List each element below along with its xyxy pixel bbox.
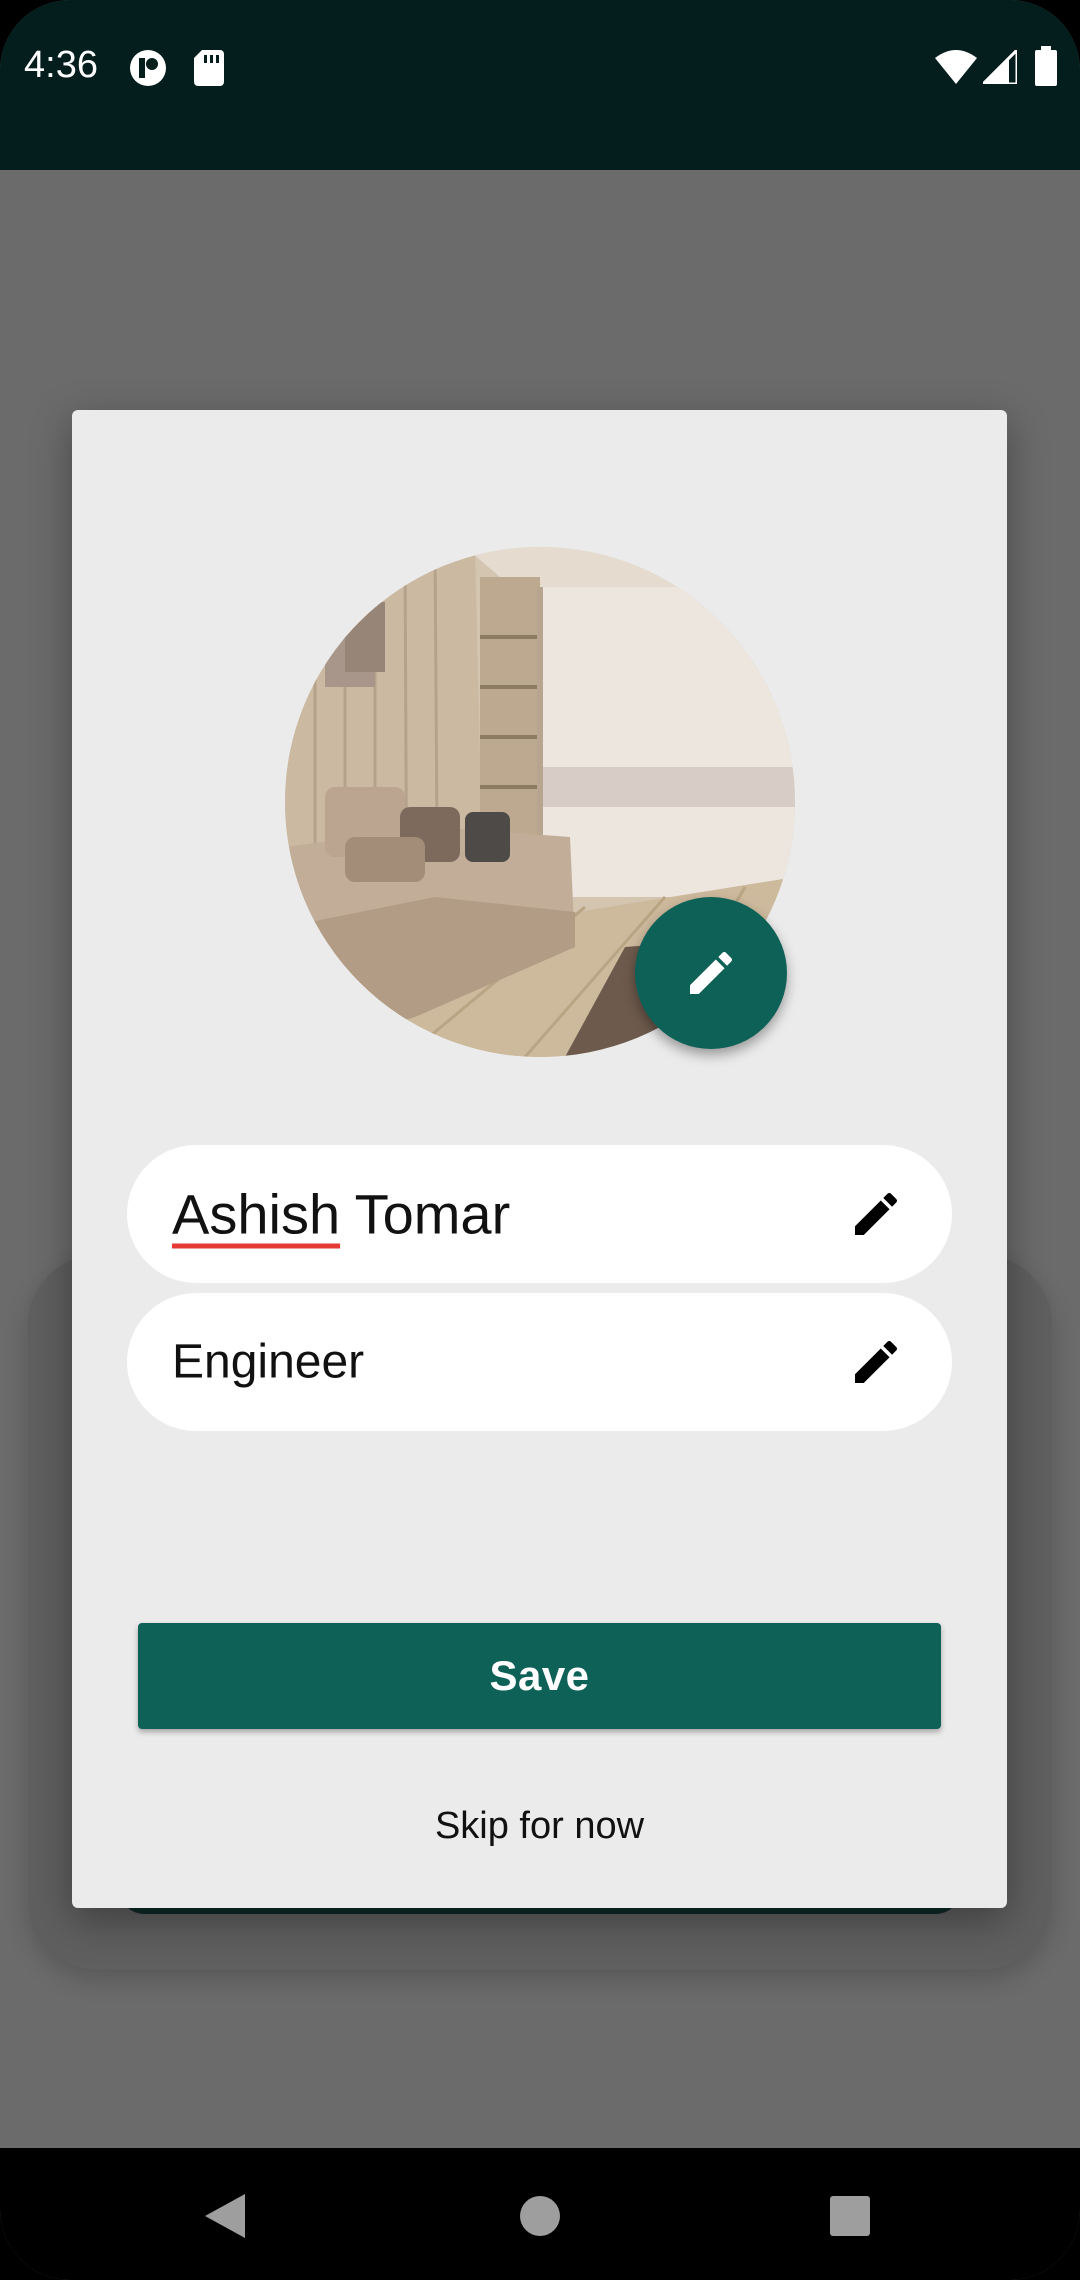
name-rest: Tomar [340, 1182, 511, 1246]
title-value: Engineer [172, 1335, 365, 1389]
name-field[interactable]: Ashish Tomar [127, 1145, 952, 1283]
name-value: Ashish Tomar [172, 1182, 510, 1247]
battery-icon [1035, 46, 1057, 86]
title-field[interactable]: Engineer [127, 1293, 952, 1431]
back-icon[interactable] [205, 2194, 245, 2238]
status-bar: 4:36 [0, 0, 1080, 170]
app-notification-icon [130, 50, 166, 86]
recents-icon[interactable] [828, 2194, 872, 2238]
sd-card-icon [194, 50, 224, 86]
pencil-icon[interactable] [848, 1186, 904, 1242]
pencil-icon[interactable] [848, 1334, 904, 1390]
skip-button[interactable]: Skip for now [72, 1805, 1007, 1848]
edit-avatar-button[interactable] [635, 897, 787, 1049]
navigation-bar [0, 2148, 1080, 2280]
status-time: 4:36 [24, 44, 98, 86]
signal-icon [983, 50, 1017, 84]
name-first: Ashish [172, 1182, 341, 1246]
avatar-container [285, 547, 795, 1057]
profile-dialog: Ashish Tomar Engineer Save Skip for now [72, 410, 1007, 1908]
phone-screen: 4:36 Ashish Tomar Engineer Save Skip for… [0, 0, 1080, 2280]
home-icon[interactable] [518, 2194, 562, 2238]
wifi-icon [935, 50, 977, 84]
save-button[interactable]: Save [138, 1623, 941, 1729]
pencil-icon [690, 951, 733, 994]
